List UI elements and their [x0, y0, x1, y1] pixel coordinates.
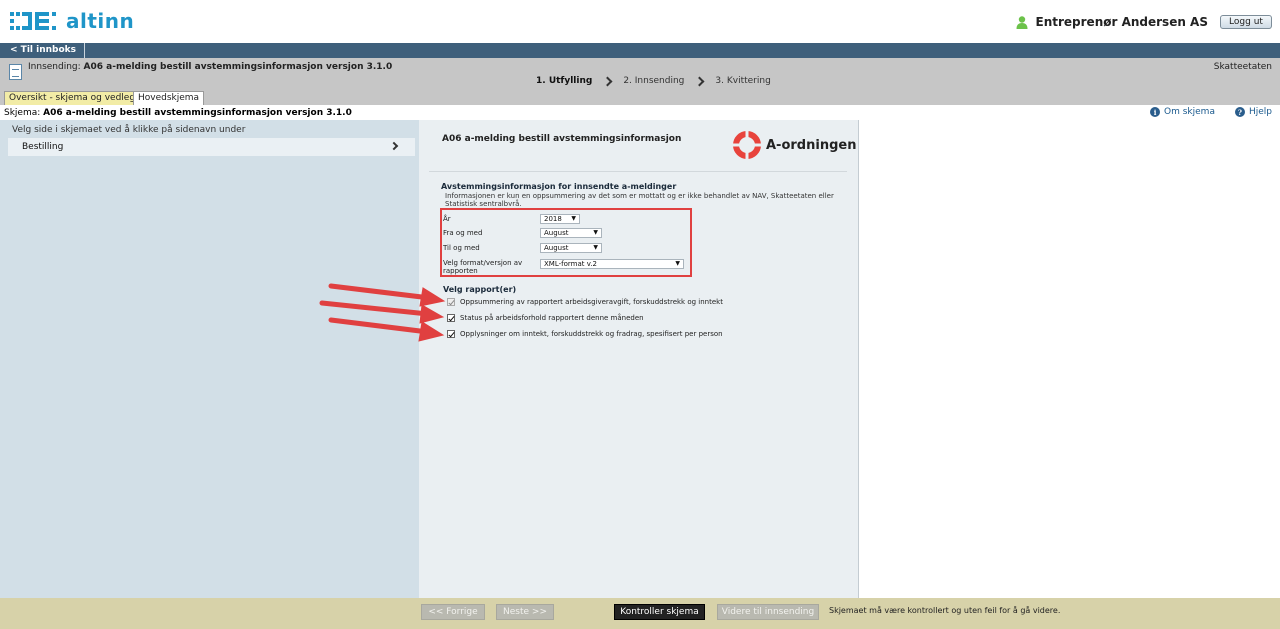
divider [429, 171, 847, 172]
help-icon: ? [1234, 107, 1245, 117]
summary-checkbox[interactable] [447, 298, 455, 306]
reports-title: Velg rapport(er) [443, 285, 517, 294]
agency-name: Skatteetaten [1213, 62, 1272, 72]
step-receipt: 3. Kvittering [715, 76, 771, 86]
help-label: Hjelp [1248, 107, 1272, 117]
person-icon [1016, 15, 1028, 29]
to-month-label: Til og med [443, 244, 480, 252]
report-option-employment-status[interactable]: Status på arbeidsforhold rapportert denn… [447, 314, 644, 322]
section-description: Informasjonen er kun en oppsummering av … [445, 192, 834, 206]
format-label-line1: Velg format/versjon av [443, 259, 523, 267]
year-label: År [443, 215, 451, 223]
altinn-logo-icon [10, 12, 56, 30]
a-ordningen-text: A-ordningen [766, 137, 857, 153]
income-details-checkbox-label: Opplysninger om inntekt, forskuddstrekk … [460, 330, 723, 338]
chevron-right-icon [694, 76, 705, 86]
format-label-line2: rapporten [443, 267, 478, 275]
a-ordningen-logo: A-ordningen [732, 130, 856, 160]
schema-title-text: A06 a-melding bestill avstemmingsinforma… [43, 108, 352, 118]
year-select[interactable]: 2018 [540, 214, 580, 224]
progress-steps: 1. Utfylling 2. Innsending 3. Kvittering [536, 76, 777, 86]
logo-text: altinn [66, 9, 135, 33]
about-schema-label: Om skjema [1164, 107, 1215, 117]
summary-checkbox-label: Oppsummering av rapportert arbeidsgivera… [460, 298, 723, 306]
employment-status-checkbox[interactable] [447, 314, 455, 322]
income-details-checkbox[interactable] [447, 330, 455, 338]
sidebar-item-bestilling[interactable]: Bestilling [8, 138, 415, 156]
form-panel: A06 a-melding bestill avstemmingsinforma… [419, 120, 859, 598]
from-month-label: Fra og med [443, 229, 483, 237]
tab-main-form[interactable]: Hovedskjema [133, 91, 205, 105]
continue-to-submit-button[interactable]: Videre til innsending [717, 604, 819, 620]
user-info[interactable]: Entreprenør Andersen AS [1016, 15, 1208, 29]
employment-status-checkbox-label: Status på arbeidsforhold rapportert denn… [460, 314, 644, 322]
previous-button[interactable]: << Forrige [421, 604, 485, 620]
submission-title: Innsending: A06 a-melding bestill avstem… [28, 62, 392, 72]
back-to-inbox-link[interactable]: < Til innboks [0, 43, 85, 58]
help-link[interactable]: ? Hjelp [1234, 107, 1272, 117]
top-header: altinn Entreprenør Andersen AS Logg ut [0, 0, 1280, 43]
to-month-select[interactable]: August [540, 243, 602, 253]
submission-prefix: Innsending: [28, 62, 81, 72]
nav-bar: < Til innboks [0, 43, 1280, 58]
footer-bar: << Forrige Neste >> Kontroller skjema Vi… [0, 598, 1280, 629]
step-submit: 2. Innsending [623, 76, 685, 86]
footer-message: Skjemaet må være kontrollert og uten fei… [829, 606, 1061, 615]
sidebar-item-label: Bestilling [22, 142, 64, 152]
info-icon: i [1150, 107, 1161, 117]
a-ordningen-logo-icon [732, 130, 762, 160]
report-option-summary[interactable]: Oppsummering av rapportert arbeidsgivera… [447, 298, 723, 306]
tab-overview[interactable]: Oversikt - skjema og vedlegg [4, 91, 146, 105]
format-select[interactable]: XML-format v.2 [540, 259, 684, 269]
document-icon [9, 64, 22, 80]
form-title: A06 a-melding bestill avstemmingsinforma… [442, 134, 682, 144]
next-button[interactable]: Neste >> [496, 604, 554, 620]
report-option-income-details[interactable]: Opplysninger om inntekt, forskuddstrekk … [447, 330, 723, 338]
section-title: Avstemmingsinformasjon for innsendte a-m… [441, 182, 677, 191]
right-panel [860, 120, 1280, 598]
schema-title: Skjema: A06 a-melding bestill avstemming… [4, 108, 352, 118]
altinn-logo[interactable]: altinn [10, 9, 134, 33]
page-nav-intro: Velg side i skjemaet ved å klikke på sid… [12, 125, 246, 135]
chevron-right-icon [602, 76, 613, 86]
check-form-button[interactable]: Kontroller skjema [614, 604, 705, 620]
help-links: i Om skjema ? Hjelp [1130, 107, 1272, 117]
submission-header: Innsending: A06 a-melding bestill avstem… [0, 58, 1280, 105]
schema-line: Skjema: A06 a-melding bestill avstemming… [0, 105, 1280, 120]
submission-title-text: A06 a-melding bestill avstemmingsinforma… [83, 62, 393, 72]
about-schema-link[interactable]: i Om skjema [1150, 107, 1215, 117]
from-month-select[interactable]: August [540, 228, 602, 238]
user-name: Entreprenør Andersen AS [1035, 15, 1208, 29]
page-navigation-panel: Velg side i skjemaet ved å klikke på sid… [0, 120, 419, 598]
logout-button[interactable]: Logg ut [1220, 15, 1272, 29]
step-fill: 1. Utfylling [536, 76, 593, 86]
chevron-right-icon [389, 141, 399, 151]
schema-prefix: Skjema: [4, 108, 41, 118]
